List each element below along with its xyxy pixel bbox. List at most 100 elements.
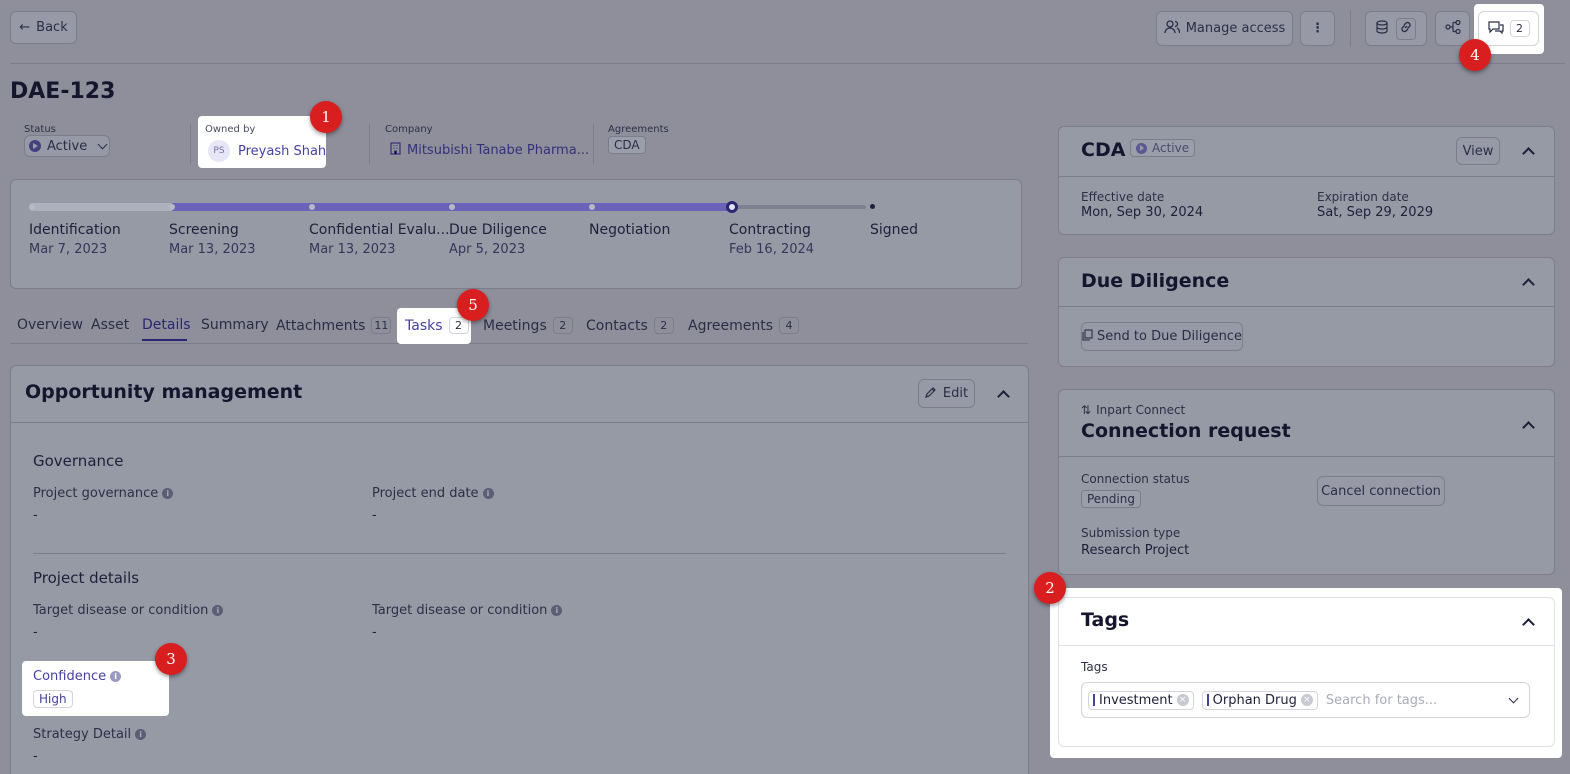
stage-name: Negotiation	[589, 222, 671, 238]
annotation-marker-3: 3	[155, 643, 187, 675]
confidence-label: Confidence i	[33, 669, 122, 684]
progress-completed-gray	[29, 203, 174, 211]
tab-label: Contacts	[586, 317, 648, 334]
edit-button[interactable]: Edit	[918, 379, 975, 408]
company-link[interactable]: Mitsubishi Tanabe Pharma...	[390, 142, 589, 159]
current-stage-marker	[726, 201, 738, 213]
connection-title: Connection request	[1081, 420, 1291, 442]
view-label: View	[1462, 143, 1494, 159]
pencil-icon	[924, 386, 937, 402]
info-icon: i	[551, 605, 563, 616]
governance-heading: Governance	[33, 452, 124, 470]
tag-label: Orphan Drug	[1212, 692, 1297, 708]
back-button[interactable]: ← Back	[10, 11, 77, 44]
tab-tasks[interactable]: Tasks 2	[405, 317, 469, 334]
manage-access-label: Manage access	[1185, 21, 1286, 36]
tags-title: Tags	[1081, 609, 1130, 631]
chevron-up-icon	[1522, 618, 1535, 631]
remove-tag-icon[interactable]: ×	[1300, 694, 1313, 706]
expiration-date-label: Expiration date	[1317, 190, 1409, 204]
active-tab-underline	[142, 339, 187, 341]
database-icon	[1376, 19, 1388, 38]
inpart-connect-eyebrow: ⇅ Inpart Connect	[1081, 403, 1186, 417]
manage-access-button[interactable]: Manage access	[1156, 11, 1293, 46]
play-circle-icon	[1136, 142, 1147, 154]
cancel-label: Cancel connection	[1321, 483, 1441, 499]
tags-panel	[1058, 597, 1555, 747]
tab-label: Attachments	[276, 317, 366, 334]
project-end-date-value: -	[372, 508, 377, 523]
cancel-connection-button[interactable]: Cancel connection	[1317, 476, 1445, 506]
collapse-opportunity-button[interactable]	[997, 390, 1010, 405]
tag-label: Investment	[1099, 692, 1173, 708]
tab-attachments[interactable]: Attachments 11	[276, 317, 392, 334]
avatar: PS	[208, 140, 230, 162]
view-cda-button[interactable]: View	[1456, 137, 1500, 165]
company-value: Mitsubishi Tanabe Pharma...	[407, 143, 590, 158]
annotation-marker-4: 4	[1459, 39, 1491, 71]
send-to-due-diligence-button[interactable]: Send to Due Diligence	[1081, 322, 1243, 351]
swap-icon: ⇅	[1081, 403, 1092, 417]
remove-tag-icon[interactable]: ×	[1176, 694, 1189, 706]
owner-name: Preyash Shah	[238, 143, 327, 159]
back-label: Back	[36, 20, 68, 35]
tab-meetings[interactable]: Meetings 2	[483, 317, 573, 334]
comments-button[interactable]: 2	[1478, 11, 1539, 46]
workflow-button[interactable]	[1435, 11, 1470, 46]
stage-name: Due Diligence	[449, 222, 547, 238]
tab-label: Meetings	[483, 317, 547, 334]
annotation-marker-5: 5	[457, 289, 489, 321]
target-disease-value: -	[33, 625, 38, 640]
status-value: Active	[47, 138, 88, 154]
tab-count: 4	[779, 317, 800, 334]
stage-date: Mar 13, 2023	[169, 242, 256, 257]
owner-field[interactable]: PS Preyash Shah	[208, 140, 326, 162]
tags-input[interactable]: Investment × Orphan Drug × Search for ta…	[1081, 682, 1530, 718]
tab-details[interactable]: Details	[142, 317, 191, 333]
users-icon	[1164, 19, 1180, 38]
info-icon: i	[162, 488, 174, 499]
collapse-tags-button[interactable]	[1522, 618, 1535, 633]
annotation-marker-1: 1	[310, 101, 342, 133]
more-vertical-icon: ⋮	[1311, 21, 1324, 36]
more-options-button[interactable]: ⋮	[1300, 11, 1335, 46]
final-stage-marker	[870, 204, 875, 209]
chevron-up-icon	[1522, 421, 1535, 434]
workflow-icon	[1444, 19, 1461, 38]
copy-icon	[1082, 328, 1093, 345]
project-details-heading: Project details	[33, 569, 140, 587]
confidence-badge: High	[33, 690, 73, 708]
status-label: Status	[24, 124, 56, 135]
collapse-connection-button[interactable]	[1522, 421, 1535, 436]
collapse-due-diligence-button[interactable]	[1522, 278, 1535, 293]
status-dropdown[interactable]: Active	[24, 135, 110, 157]
tab-summary[interactable]: Summary	[201, 317, 269, 333]
stage-date: Apr 5, 2023	[449, 242, 526, 257]
tags-search-placeholder: Search for tags...	[1325, 692, 1438, 708]
tab-contacts[interactable]: Contacts 2	[586, 317, 674, 334]
comments-count: 2	[1509, 20, 1530, 37]
stage-date: Mar 7, 2023	[29, 242, 108, 257]
tab-count: 11	[371, 317, 392, 334]
tab-asset[interactable]: Asset	[91, 317, 129, 333]
cda-title: CDA	[1081, 139, 1126, 161]
tab-label: Overview	[17, 317, 83, 333]
stage-name: Identification	[29, 222, 121, 238]
target-disease-label: Target disease or condition i	[372, 603, 563, 618]
link-icon	[1396, 17, 1416, 40]
tab-agreements[interactable]: Agreements 4	[688, 317, 800, 334]
tab-label: Summary	[201, 317, 269, 333]
collapse-cda-button[interactable]	[1522, 147, 1535, 162]
agreement-badge[interactable]: CDA	[608, 136, 646, 154]
tab-label: Agreements	[688, 317, 774, 334]
page-title: DAE-123	[10, 79, 116, 104]
expiration-date-value: Sat, Sep 29, 2029	[1317, 205, 1434, 220]
opportunity-title: Opportunity management	[25, 381, 303, 403]
edit-label: Edit	[942, 386, 969, 401]
data-links-button[interactable]	[1365, 11, 1427, 46]
tab-count: 2	[653, 317, 674, 334]
chevron-down-icon[interactable]	[1508, 693, 1519, 704]
info-icon: i	[482, 488, 494, 499]
send-label: Send to Due Diligence	[1097, 329, 1242, 344]
tab-overview[interactable]: Overview	[17, 317, 83, 333]
